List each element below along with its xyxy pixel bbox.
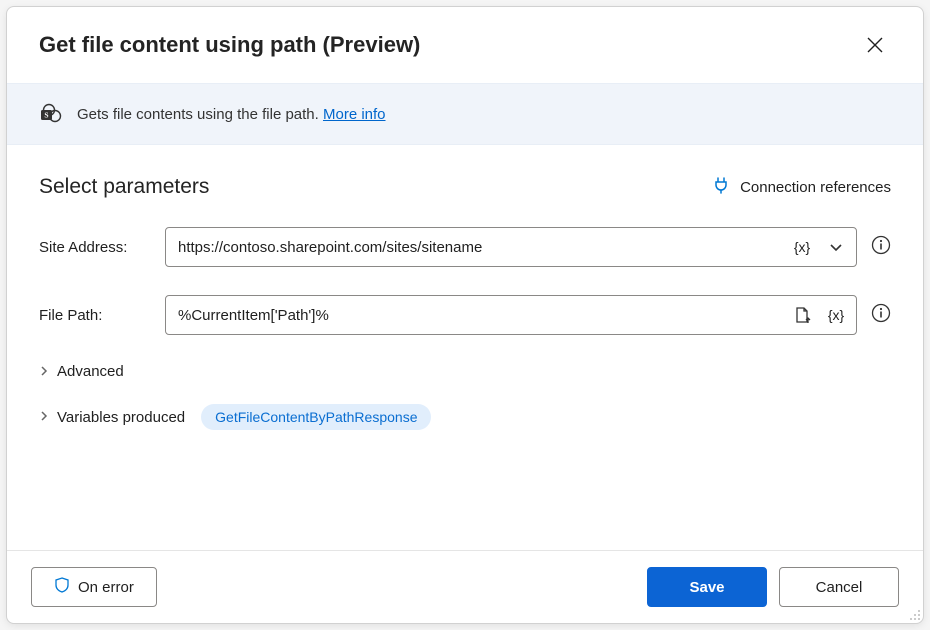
cancel-button[interactable]: Cancel xyxy=(779,567,899,607)
variable-token-icon: {x} xyxy=(828,307,844,323)
dialog: Get file content using path (Preview) S … xyxy=(6,6,924,624)
chevron-right-icon xyxy=(39,365,49,379)
file-path-input[interactable] xyxy=(165,295,857,335)
dialog-header: Get file content using path (Preview) xyxy=(7,7,923,83)
site-address-row: Site Address: {x} xyxy=(39,227,891,267)
save-button[interactable]: Save xyxy=(647,567,767,607)
variable-picker-button[interactable]: {x} xyxy=(821,300,851,330)
chevron-right-icon xyxy=(39,410,49,424)
plug-icon xyxy=(712,176,730,198)
file-path-adornments: {x} xyxy=(787,300,851,330)
dropdown-button[interactable] xyxy=(821,232,851,262)
sharepoint-icon: S xyxy=(39,102,63,126)
site-address-input-wrap: {x} xyxy=(165,227,857,267)
section-header-row: Select parameters Connection references xyxy=(39,175,891,199)
shield-icon xyxy=(54,577,70,597)
file-path-label: File Path: xyxy=(39,307,151,324)
banner-message: Gets file contents using the file path. xyxy=(77,106,323,123)
variable-picker-button[interactable]: {x} xyxy=(787,232,817,262)
site-address-input[interactable] xyxy=(165,227,857,267)
section-title: Select parameters xyxy=(39,175,209,199)
svg-text:S: S xyxy=(44,111,48,120)
dialog-content: Select parameters Connection references … xyxy=(7,145,923,550)
variables-produced-expander[interactable]: Variables produced GetFileContentByPathR… xyxy=(39,404,891,430)
variable-token-icon: {x} xyxy=(794,239,810,255)
close-icon xyxy=(867,37,883,53)
dialog-footer: On error Save Cancel xyxy=(7,550,923,623)
dialog-title: Get file content using path (Preview) xyxy=(39,32,420,58)
footer-right: Save Cancel xyxy=(647,567,899,607)
info-icon[interactable] xyxy=(871,235,891,260)
file-picker-icon xyxy=(793,306,811,324)
site-address-adornments: {x} xyxy=(787,232,851,262)
more-info-link[interactable]: More info xyxy=(323,106,386,123)
connection-references-label: Connection references xyxy=(740,179,891,196)
connection-references-link[interactable]: Connection references xyxy=(712,176,891,198)
info-icon[interactable] xyxy=(871,303,891,328)
info-banner: S Gets file contents using the file path… xyxy=(7,83,923,145)
variable-chip[interactable]: GetFileContentByPathResponse xyxy=(201,404,431,430)
on-error-label: On error xyxy=(78,579,134,596)
banner-text: Gets file contents using the file path. … xyxy=(77,106,386,123)
site-address-label: Site Address: xyxy=(39,239,151,256)
resize-grip-icon[interactable] xyxy=(907,607,921,621)
variables-produced-label: Variables produced xyxy=(57,409,185,426)
close-button[interactable] xyxy=(859,29,891,61)
file-path-row: File Path: {x} xyxy=(39,295,891,335)
on-error-button[interactable]: On error xyxy=(31,567,157,607)
advanced-expander[interactable]: Advanced xyxy=(39,363,891,380)
advanced-label: Advanced xyxy=(57,363,124,380)
chevron-down-icon xyxy=(829,240,843,254)
file-picker-button[interactable] xyxy=(787,300,817,330)
file-path-input-wrap: {x} xyxy=(165,295,857,335)
